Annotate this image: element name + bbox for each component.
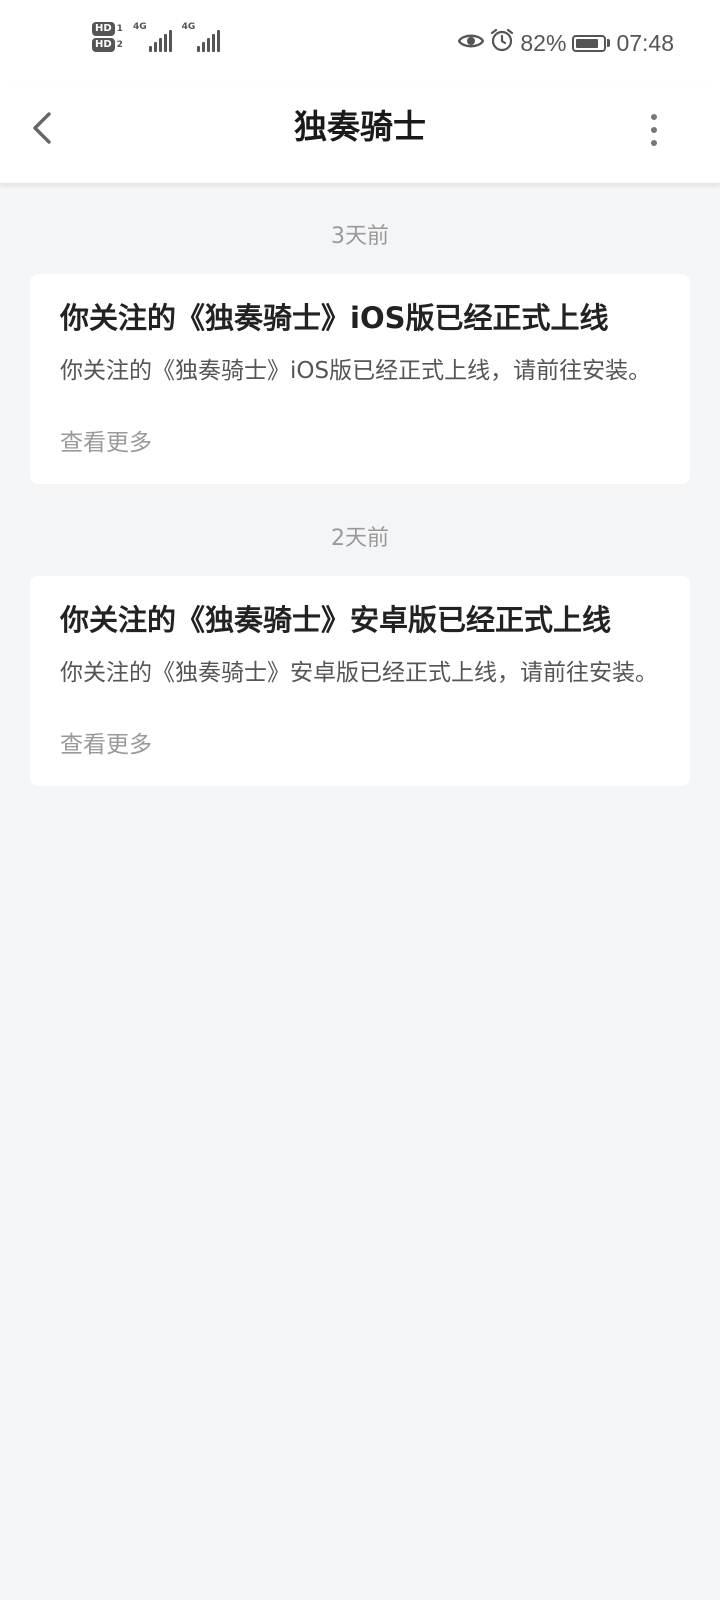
message-group: 2天前 你关注的《独奏骑士》安卓版已经正式上线 你关注的《独奏骑士》安卓版已经正…	[0, 484, 720, 786]
hd1-badge: HD	[92, 22, 115, 36]
hd-indicators: HD 1 HD 2	[92, 22, 123, 52]
app-header: 独奏骑士	[0, 86, 720, 184]
hd1-indicator: HD 1	[92, 22, 123, 36]
status-right: 82% 07:48	[458, 28, 674, 58]
message-group: 3天前 你关注的《独奏骑士》iOS版已经正式上线 你关注的《独奏骑士》iOS版已…	[0, 184, 720, 484]
battery-icon	[572, 34, 611, 52]
status-left: HD 1 HD 2 4G 4G	[92, 22, 221, 52]
sim2-network-label: 4G	[181, 22, 196, 32]
more-vertical-icon	[651, 114, 657, 120]
message-feed: 3天前 你关注的《独奏骑士》iOS版已经正式上线 你关注的《独奏骑士》iOS版已…	[0, 184, 720, 786]
page-title: 独奏骑士	[294, 107, 426, 146]
more-options-button[interactable]	[634, 108, 674, 152]
battery-level-fill	[576, 38, 598, 48]
message-title: 你关注的《独奏骑士》iOS版已经正式上线	[60, 301, 609, 335]
hd2-badge: HD	[92, 38, 115, 52]
hd2-indicator: HD 2	[92, 38, 123, 52]
status-bar: HD 1 HD 2 4G 4G 82% 07:48	[0, 0, 720, 86]
message-time: 2天前	[331, 526, 389, 551]
message-body: 你关注的《独奏骑士》安卓版已经正式上线，请前往安装。	[60, 660, 658, 686]
signal-icon	[148, 30, 172, 52]
message-title: 你关注的《独奏骑士》安卓版已经正式上线	[60, 603, 612, 637]
battery-percent: 82%	[520, 29, 567, 56]
sim1-network-label: 4G	[132, 22, 147, 32]
clock-time: 07:48	[616, 29, 674, 56]
message-body: 你关注的《独奏骑士》iOS版已经正式上线，请前往安装。	[60, 358, 652, 384]
message-card[interactable]: 你关注的《独奏骑士》安卓版已经正式上线 你关注的《独奏骑士》安卓版已经正式上线，…	[30, 576, 690, 786]
message-card[interactable]: 你关注的《独奏骑士》iOS版已经正式上线 你关注的《独奏骑士》iOS版已经正式上…	[30, 274, 690, 484]
hd2-index: 2	[116, 40, 123, 50]
view-more-link[interactable]: 查看更多	[60, 730, 152, 760]
eye-icon	[458, 30, 485, 57]
alarm-icon	[490, 28, 514, 58]
view-more-link[interactable]: 查看更多	[60, 428, 152, 458]
sim2-signal: 4G	[182, 22, 221, 52]
hd1-index: 1	[116, 24, 123, 34]
sim1-signal: 4G	[133, 22, 172, 52]
signal-icon	[197, 30, 221, 52]
message-time: 3天前	[331, 224, 389, 249]
